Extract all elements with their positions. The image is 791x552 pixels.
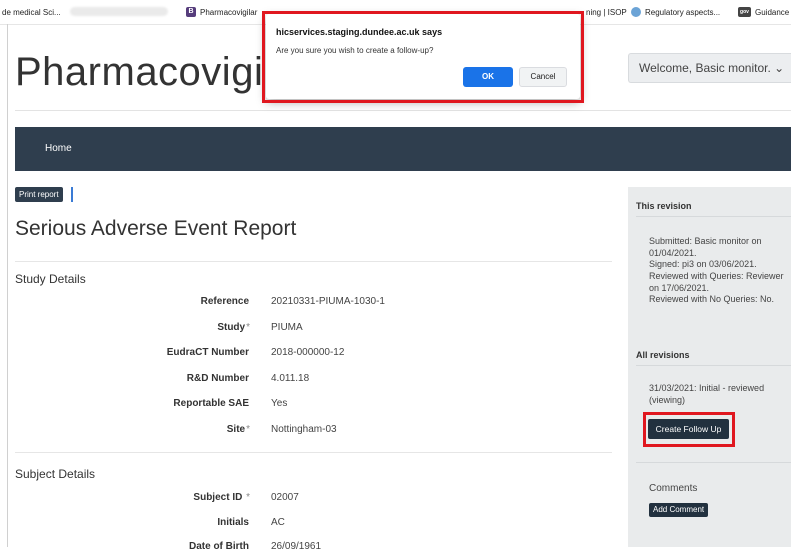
- study-value: PIUMA: [271, 322, 303, 333]
- eudract-value: 2018-000000-12: [271, 347, 345, 358]
- sidebar-divider: [636, 462, 791, 463]
- print-report-button[interactable]: Print report: [15, 187, 63, 202]
- revision-reviewed-no-queries: Reviewed with No Queries: No.: [649, 294, 775, 304]
- revision-submitted: Submitted: Basic monitor on 01/04/2021.: [649, 236, 762, 258]
- comments-heading: Comments: [649, 483, 698, 494]
- subject-id-value: 02007: [271, 492, 299, 503]
- bookmark-pharmacovigilance[interactable]: B Pharmacovigilar: [186, 0, 257, 24]
- header-divider: [15, 110, 791, 111]
- highlight-box: [262, 11, 584, 103]
- site-label: Site*: [226, 424, 250, 435]
- study-details-heading: Study Details: [15, 272, 86, 286]
- bootstrap-icon: B: [186, 7, 196, 17]
- reference-value: 20210331-PIUMA-1030-1: [271, 296, 385, 307]
- this-revision-heading: This revision: [636, 201, 692, 211]
- sidebar-divider: [636, 365, 791, 366]
- site-value: Nottingham-03: [271, 424, 337, 435]
- gov-icon: gov: [738, 7, 751, 17]
- text-cursor: [71, 187, 73, 202]
- leaf-icon: [631, 7, 641, 17]
- revision-entry-link[interactable]: 31/03/2021: Initial - reviewed (viewing): [649, 383, 791, 406]
- nav-home-link[interactable]: Home: [45, 127, 72, 171]
- initials-value: AC: [271, 517, 285, 528]
- highlight-box: [643, 412, 735, 447]
- reportable-sae-label: Reportable SAE: [173, 398, 249, 409]
- subject-details-heading: Subject Details: [15, 467, 96, 481]
- revision-reviewed-queries: Reviewed with Queries: Reviewer on 17/06…: [649, 271, 784, 293]
- bookmark-medical-sci[interactable]: de medical Sci...: [2, 0, 61, 24]
- bookmark-isop[interactable]: ning | ISOP: [586, 0, 627, 24]
- window-edge: [7, 24, 8, 547]
- reportable-sae-value: Yes: [271, 398, 288, 409]
- revision-signed: Signed: pi3 on 03/06/2021.: [649, 259, 757, 269]
- sidebar-divider: [636, 216, 791, 217]
- bookmark-label: Pharmacovigilar: [200, 7, 258, 17]
- redacted-bookmark: [70, 7, 168, 16]
- rd-number-value: 4.011.18: [271, 373, 310, 384]
- main-navbar: Home: [15, 127, 791, 171]
- bookmark-guidance[interactable]: gov Guidance: [738, 0, 789, 24]
- page-title: Serious Adverse Event Report: [15, 217, 297, 240]
- eudract-label: EudraCT Number: [166, 347, 249, 358]
- bookmark-label: Guidance: [755, 7, 790, 17]
- bookmark-label: ning | ISOP: [586, 7, 627, 17]
- bookmark-regulatory[interactable]: Regulatory aspects...: [631, 0, 720, 24]
- section-divider: [15, 261, 612, 262]
- initials-label: Initials: [217, 517, 249, 528]
- user-menu-dropdown[interactable]: Welcome, Basic monitor. ⌄: [628, 53, 791, 83]
- rd-number-label: R&D Number: [186, 373, 249, 384]
- reference-label: Reference: [200, 296, 249, 307]
- section-divider: [15, 452, 612, 453]
- study-label: Study*: [217, 322, 250, 333]
- site-brand[interactable]: Pharmacovigi: [15, 50, 263, 95]
- add-comment-button[interactable]: Add Comment: [649, 503, 709, 517]
- all-revisions-heading: All revisions: [636, 350, 690, 360]
- revision-sidebar: This revision Submitted: Basic monitor o…: [628, 187, 791, 547]
- bookmark-label: Regulatory aspects...: [645, 7, 721, 17]
- subject-id-label: Subject ID *: [193, 492, 250, 503]
- bookmark-label: de medical Sci...: [2, 7, 61, 17]
